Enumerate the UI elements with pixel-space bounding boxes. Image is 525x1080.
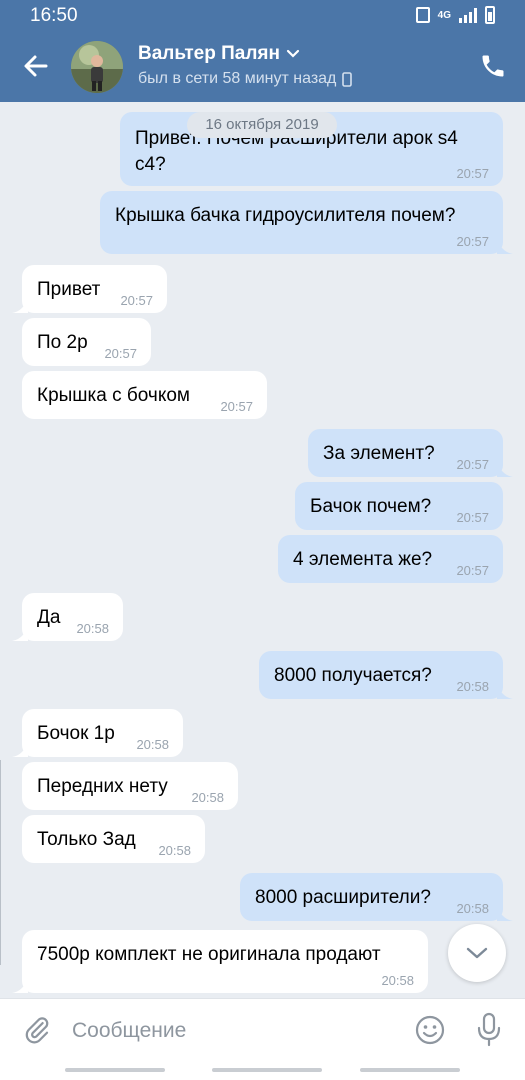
avatar-photo (71, 41, 123, 93)
mobile-device-icon (342, 71, 353, 87)
bubble-tail (497, 238, 513, 254)
bubble-tail (12, 741, 28, 757)
phone-icon (482, 55, 504, 77)
call-button[interactable] (479, 52, 507, 80)
bubble-tail (497, 461, 513, 477)
attach-button[interactable] (22, 1015, 52, 1045)
message-time: 20:58 (136, 737, 169, 752)
message-time: 20:58 (76, 621, 109, 636)
message-text: 4 элемента же? (293, 549, 433, 570)
message-outgoing[interactable]: 8000 получается? 20:58 (259, 651, 513, 699)
message-text: Только Зад (37, 829, 136, 850)
chevron-down-icon (466, 947, 488, 959)
emoji-button[interactable] (414, 1014, 446, 1046)
message-incoming[interactable]: 7500р комплект не оригинала продают 20:5… (12, 930, 428, 993)
message-incoming[interactable]: По 2р 20:57 (22, 318, 151, 366)
nav-recent-button[interactable] (65, 1068, 165, 1072)
message-composer (0, 998, 525, 1062)
chat-header: Вальтер Палян был в сети 58 минут назад (0, 32, 525, 102)
voice-message-button[interactable] (476, 1012, 502, 1048)
bubble-tail (12, 625, 28, 641)
status-bar: 16:50 4G (0, 0, 525, 32)
nav-home-button[interactable] (212, 1068, 322, 1072)
message-text: Передних нету (37, 776, 168, 797)
message-outgoing[interactable]: За элемент? 20:57 (308, 429, 513, 477)
chat-title[interactable]: Вальтер Палян был в сети 58 минут назад (138, 43, 353, 88)
message-incoming[interactable]: Бочок 1р 20:58 (12, 709, 183, 757)
message-text: Бачок почем? (310, 496, 432, 517)
bubble-tail (497, 683, 513, 699)
back-button[interactable] (18, 48, 54, 84)
message-text: За элемент? (323, 443, 435, 464)
message-time: 20:57 (456, 166, 489, 181)
message-text: Крышка с бочком (37, 385, 190, 406)
message-outgoing[interactable]: Крышка бачка гидроусилителя почем? 20:57 (100, 191, 513, 254)
message-outgoing[interactable]: 4 элемента же? 20:57 (278, 535, 503, 583)
microphone-icon (477, 1012, 501, 1047)
bubble-tail (497, 905, 513, 921)
scroll-indicator[interactable] (0, 760, 4, 965)
status-icons: 4G (415, 6, 495, 24)
message-text: 7500р комплект не оригинала продают (37, 944, 381, 965)
message-time: 20:58 (191, 790, 224, 805)
signal-icon (459, 7, 477, 23)
paperclip-icon (25, 1017, 49, 1044)
message-time: 20:57 (104, 346, 137, 361)
message-input[interactable] (72, 1013, 392, 1049)
bubble-tail (12, 297, 28, 313)
message-text: 8000 получается? (274, 665, 432, 686)
scroll-down-button[interactable] (448, 924, 506, 982)
message-time: 20:58 (381, 973, 414, 988)
message-text-line2: c4? (135, 154, 166, 175)
message-time: 20:57 (456, 563, 489, 578)
system-navigation-bar (0, 1062, 525, 1080)
message-text: Да (37, 607, 61, 628)
message-incoming[interactable]: Привет 20:57 (12, 265, 167, 313)
smile-icon (415, 1015, 445, 1045)
message-text: По 2р (37, 332, 88, 353)
bubble-tail (12, 977, 28, 993)
message-incoming[interactable]: Только Зад 20:58 (22, 815, 205, 863)
message-time: 20:58 (456, 679, 489, 694)
message-text: Привет (37, 279, 101, 300)
message-time: 20:57 (456, 510, 489, 525)
message-text: Бочок 1р (37, 723, 115, 744)
chevron-down-icon (286, 49, 300, 58)
message-text: 8000 расширители? (255, 887, 431, 908)
network-type: 4G (437, 9, 451, 21)
nfc-icon (415, 7, 430, 23)
nav-back-button[interactable] (360, 1068, 460, 1072)
avatar[interactable] (71, 41, 123, 93)
contact-name: Вальтер Палян (138, 43, 280, 64)
status-time: 16:50 (30, 5, 78, 26)
message-time: 20:58 (456, 901, 489, 916)
message-time: 20:58 (158, 843, 191, 858)
date-separator: 16 октября 2019 (187, 112, 337, 138)
message-incoming[interactable]: Передних нету 20:58 (22, 762, 238, 810)
message-outgoing[interactable]: Бачок почем? 20:57 (295, 482, 503, 530)
battery-icon (485, 6, 495, 24)
message-time: 20:57 (456, 234, 489, 249)
contact-status: был в сети 58 минут назад (138, 70, 337, 87)
message-time: 20:57 (456, 457, 489, 472)
message-text: Крышка бачка гидроусилителя почем? (115, 205, 456, 226)
message-outgoing[interactable]: 8000 расширители? 20:58 (240, 873, 513, 921)
message-time: 20:57 (120, 293, 153, 308)
message-incoming[interactable]: Да 20:58 (12, 593, 123, 641)
message-incoming[interactable]: Крышка с бочком 20:57 (22, 371, 267, 419)
arrow-left-icon (24, 55, 48, 77)
message-time: 20:57 (220, 399, 253, 414)
